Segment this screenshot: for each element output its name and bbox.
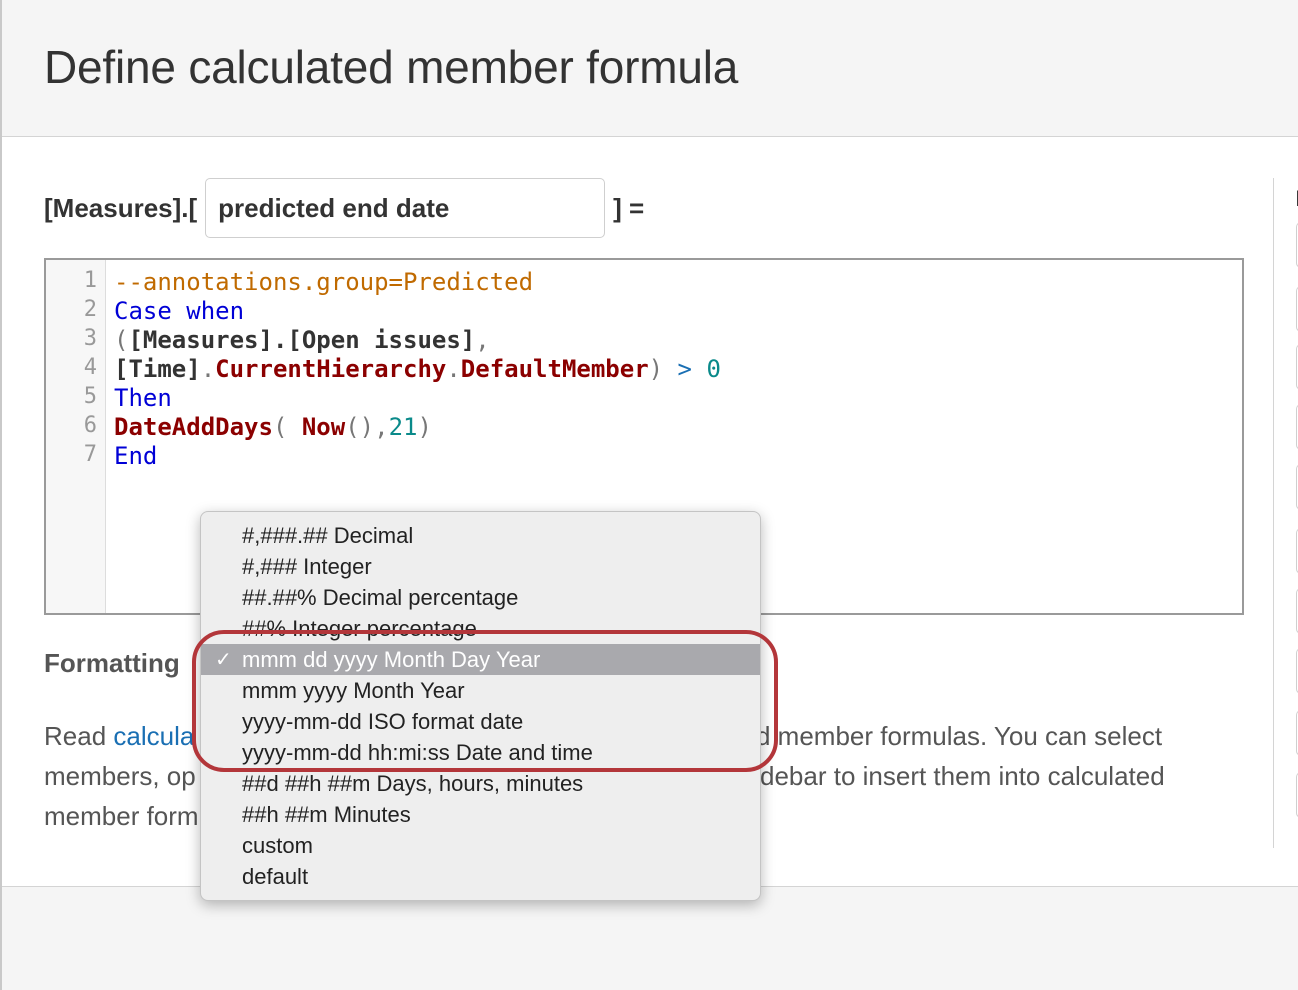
code-token: --annotations.group=Predicted <box>114 268 534 296</box>
code-line: ([Measures].[Open issues], <box>114 326 490 354</box>
help-line-2: members, op <box>44 761 196 791</box>
dialog-title: Define calculated member formula <box>44 41 739 93</box>
code-token: Case when <box>114 297 245 325</box>
format-option-label: mmm dd yyyy Month Day Year <box>242 646 541 672</box>
code-line: [Time].CurrentHierarchy.DefaultMember) >… <box>114 355 721 383</box>
code-token: Then <box>114 384 172 412</box>
format-option-label: ##% Integer percentage <box>242 615 477 641</box>
code-line: End <box>114 442 157 470</box>
code-token: End <box>114 442 158 470</box>
format-option[interactable]: ##h ##m Minutes <box>201 799 760 830</box>
help-line-2-end: debar to insert them into calculated <box>760 761 1165 791</box>
format-option-label: #,### Integer <box>242 553 372 579</box>
code-token: DefaultMember <box>460 355 649 383</box>
format-option-label: ##d ##h ##m Days, hours, minutes <box>242 770 584 796</box>
code-token: ) <box>648 355 678 383</box>
help-link[interactable]: calcula <box>113 721 194 751</box>
format-option[interactable]: custom <box>201 830 760 861</box>
dialog-footer <box>2 886 1298 990</box>
formatting-label: Formatting <box>44 648 180 678</box>
code-token: DateAddDays <box>114 413 273 441</box>
format-option[interactable]: ✓ mmm dd yyyy Month Day Year <box>201 644 760 675</box>
member-name-prefix: [Measures].[ <box>44 192 198 223</box>
code-token: Now <box>301 413 346 441</box>
format-option[interactable]: yyyy-mm-dd ISO format date <box>201 706 760 737</box>
format-option-label: default <box>242 863 309 889</box>
format-option-label: #,###.## Decimal <box>242 522 414 548</box>
format-option[interactable]: mmm yyyy Month Year <box>201 675 760 706</box>
format-option[interactable]: ##% Integer percentage <box>201 613 760 644</box>
format-option-label: ##h ##m Minutes <box>242 801 411 827</box>
format-option-label: custom <box>242 832 313 858</box>
code-token: 21 <box>388 413 418 441</box>
line-number-gutter: 1 2 3 4 5 6 7 <box>46 260 106 613</box>
format-option-label: yyyy-mm-dd ISO format date <box>242 708 524 734</box>
code-line: --annotations.group=Predicted <box>114 268 533 296</box>
code-token: ( <box>114 326 129 354</box>
code-line: DateAddDays( Now(),21) <box>114 413 432 441</box>
help-line-1: Read calcula <box>44 716 194 756</box>
line-number: 2 <box>83 297 97 322</box>
code-token: [Measures].[Open issues] <box>128 326 476 354</box>
format-option[interactable]: ##d ##h ##m Days, hours, minutes <box>201 768 760 799</box>
side-panel-divider <box>1273 178 1274 848</box>
format-dropdown-list[interactable]: #,###.## Decimal #,### Integer ##.##% Deci… <box>200 511 761 901</box>
code-token: ) <box>417 413 432 441</box>
code-token: , <box>475 326 490 354</box>
code-token: > <box>677 355 692 383</box>
line-number: 5 <box>83 384 97 409</box>
code-line: Case when <box>114 297 244 325</box>
format-option[interactable]: #,###.## Decimal <box>201 520 760 551</box>
line-number: 3 <box>83 326 97 351</box>
code-token: 0 <box>692 355 721 383</box>
help-line-3: member form <box>44 801 199 831</box>
code-token: ( <box>272 413 302 441</box>
format-option[interactable]: default <box>201 861 760 892</box>
code-line: Then <box>114 384 172 412</box>
checkmark-icon: ✓ <box>215 649 232 671</box>
code-token: (), <box>345 413 389 441</box>
format-option-label: yyyy-mm-dd hh:mi:ss Date and time <box>242 739 593 765</box>
line-number: 4 <box>83 355 97 380</box>
line-number: 7 <box>83 442 97 467</box>
code-token: CurrentHierarchy <box>215 355 447 383</box>
format-option-label: mmm yyyy Month Year <box>242 677 465 703</box>
member-name-input[interactable] <box>205 178 606 238</box>
code-token: . <box>446 355 461 383</box>
format-option-label: ##.##% Decimal percentage <box>242 584 519 610</box>
help-line-1-end: d member formulas. You can select <box>756 721 1163 751</box>
member-name-suffix: ] = <box>613 192 645 223</box>
line-number: 1 <box>83 268 97 293</box>
format-option[interactable]: ##.##% Decimal percentage <box>201 582 760 613</box>
format-option[interactable]: yyyy-mm-dd hh:mi:ss Date and time <box>201 737 760 768</box>
calculated-member-dialog: Define calculated member formula [Measur… <box>0 0 1298 990</box>
member-name-row: [Measures].[ ] = <box>44 178 644 238</box>
help-text-start: Read <box>44 721 114 751</box>
line-number: 6 <box>83 413 97 438</box>
code-token: [Time] <box>114 355 201 383</box>
code-token: . <box>200 355 216 383</box>
format-option[interactable]: #,### Integer <box>201 551 760 582</box>
dialog-header: Define calculated member formula <box>2 0 1298 137</box>
